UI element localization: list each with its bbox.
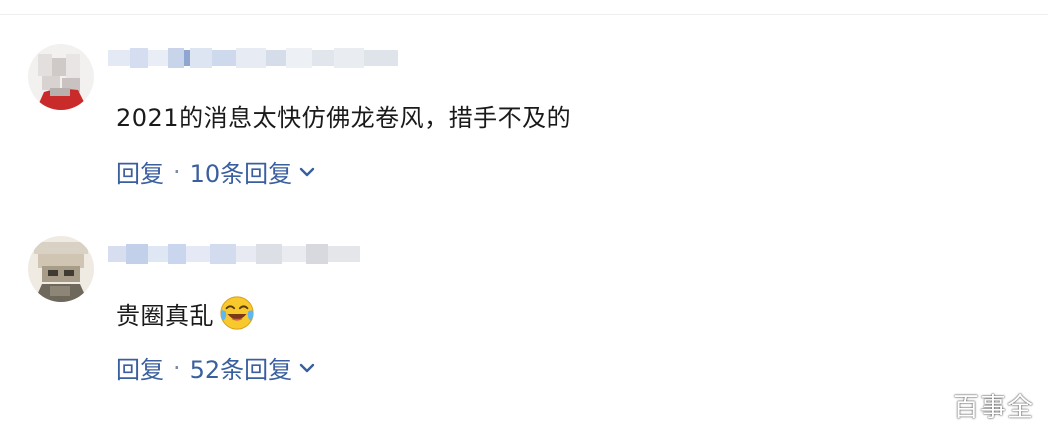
reply-button[interactable]: 回复 xyxy=(116,154,164,189)
comment-actions: 回复 · 10条回复 xyxy=(116,154,316,189)
comment-actions: 回复 · 52条回复 xyxy=(116,350,316,385)
avatar[interactable] xyxy=(28,44,94,110)
top-divider xyxy=(0,14,1048,15)
view-replies-button[interactable]: 10条回复 xyxy=(190,154,293,189)
username-blurred[interactable] xyxy=(108,242,360,266)
crying-laughing-emoji-icon xyxy=(220,296,254,330)
avatar[interactable] xyxy=(28,236,94,302)
separator-dot: · xyxy=(173,157,181,186)
chevron-down-icon[interactable] xyxy=(298,166,316,178)
comment-text: 贵圈真乱 xyxy=(116,294,256,332)
comment-text: 2021的消息太快仿佛龙卷风，措手不及的 xyxy=(116,104,572,132)
comment-text-content: 贵圈真乱 xyxy=(116,301,214,330)
separator-dot: · xyxy=(173,353,181,382)
username-blurred[interactable] xyxy=(108,46,398,70)
view-replies-button[interactable]: 52条回复 xyxy=(190,350,293,385)
reply-button[interactable]: 回复 xyxy=(116,350,164,385)
chevron-down-icon[interactable] xyxy=(298,362,316,374)
watermark: 百事全 xyxy=(952,393,1034,423)
